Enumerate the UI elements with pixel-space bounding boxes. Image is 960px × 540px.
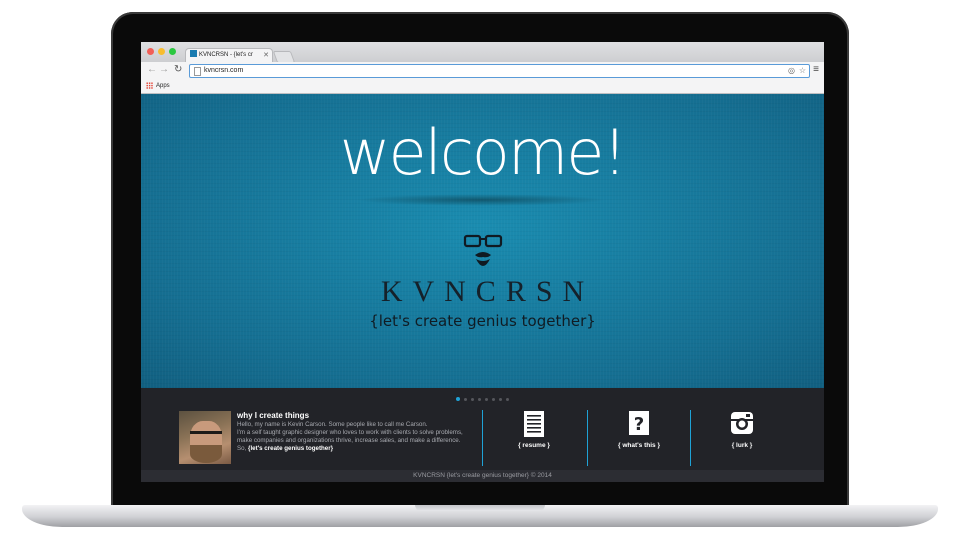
apps-grid-icon[interactable] [146,82,153,89]
about-title: why I create things [237,411,310,420]
page-icon [194,67,201,76]
tab-title: KVNCRSN - {let's cr [199,52,253,58]
mascot-logo-icon [463,234,503,266]
instagram-icon [731,412,753,434]
about-line: make companies and organizations thrive,… [237,437,461,444]
browser-window: KVNCRSN - {let's cr ✕ ← → ↻ kvncrsn.com … [141,42,824,482]
about-line: I'm a self taught graphic designer who l… [237,429,463,436]
divider [690,410,691,466]
avatar [179,411,231,464]
hero-tagline: {let's create genius together} [369,312,596,330]
hero-section: welcome! KVNCRSN {let's create genius to… [141,94,824,388]
bookmarks-bar: Apps [141,79,824,94]
whats-this-link[interactable]: ? { what's this } [589,410,689,449]
tab-bar: KVNCRSN - {let's cr ✕ [141,42,824,63]
lurk-link[interactable]: { lurk } [692,410,792,449]
minimize-window-button[interactable] [158,48,165,55]
pager-dot[interactable] [492,398,495,401]
document-icon [524,411,544,437]
url-text: kvncrsn.com [204,67,244,74]
apps-bookmark[interactable]: Apps [156,79,170,93]
pager-dot[interactable] [478,398,481,401]
info-panel: why I create things Hello, my name is Ke… [141,388,824,470]
forward-icon[interactable]: → [159,65,169,75]
headline-shadow [356,194,606,206]
svg-text:?: ? [634,414,644,435]
slider-pager [141,397,824,401]
about-line: So, {let's create genius together} [237,445,482,453]
about-so: So, [237,445,247,452]
divider [482,410,483,466]
brand-wordmark: KVNCRSN [380,275,595,308]
browser-tab[interactable]: KVNCRSN - {let's cr ✕ [185,48,273,63]
hero-headline: welcome! [339,116,628,189]
favicon-icon [190,50,197,58]
pager-dot[interactable] [485,398,488,401]
reload-icon[interactable]: ↻ [174,65,182,75]
bookmark-star-icon[interactable]: ☆ [799,65,806,77]
pager-dot[interactable] [471,398,474,401]
divider [587,410,588,466]
laptop-base [22,505,938,527]
question-icon: ? [629,411,649,435]
pager-dot[interactable] [456,397,460,401]
tab-close-icon[interactable]: ✕ [263,49,269,62]
avatar-glasses [190,431,222,442]
pager-dot[interactable] [506,398,509,401]
zoom-window-button[interactable] [169,48,176,55]
browser-toolbar: ← → ↻ kvncrsn.com ◎ ☆ ≡ [141,62,824,79]
browser-menu-icon[interactable]: ≡ [813,64,819,76]
cast-icon[interactable]: ◎ [788,65,795,77]
lurk-label: { lurk } [731,442,753,449]
pager-dot[interactable] [499,398,502,401]
footer: KVNCRSN {let's create genius together} ©… [141,470,824,482]
resume-label: { resume } [518,442,550,449]
about-text: Hello, my name is Kevin Carson. Some peo… [237,421,482,453]
back-icon[interactable]: ← [147,65,157,75]
pager-dot[interactable] [464,398,467,401]
address-bar[interactable]: kvncrsn.com ◎ ☆ [189,64,810,78]
about-cta-link[interactable]: {let's create genius together} [248,445,333,452]
laptop-notch [415,505,545,511]
resume-link[interactable]: { resume } [484,410,584,449]
about-line: Hello, my name is Kevin Carson. Some peo… [237,421,428,428]
whats-this-label: { what's this } [618,442,660,449]
avatar-beard [190,445,222,463]
close-window-button[interactable] [147,48,154,55]
